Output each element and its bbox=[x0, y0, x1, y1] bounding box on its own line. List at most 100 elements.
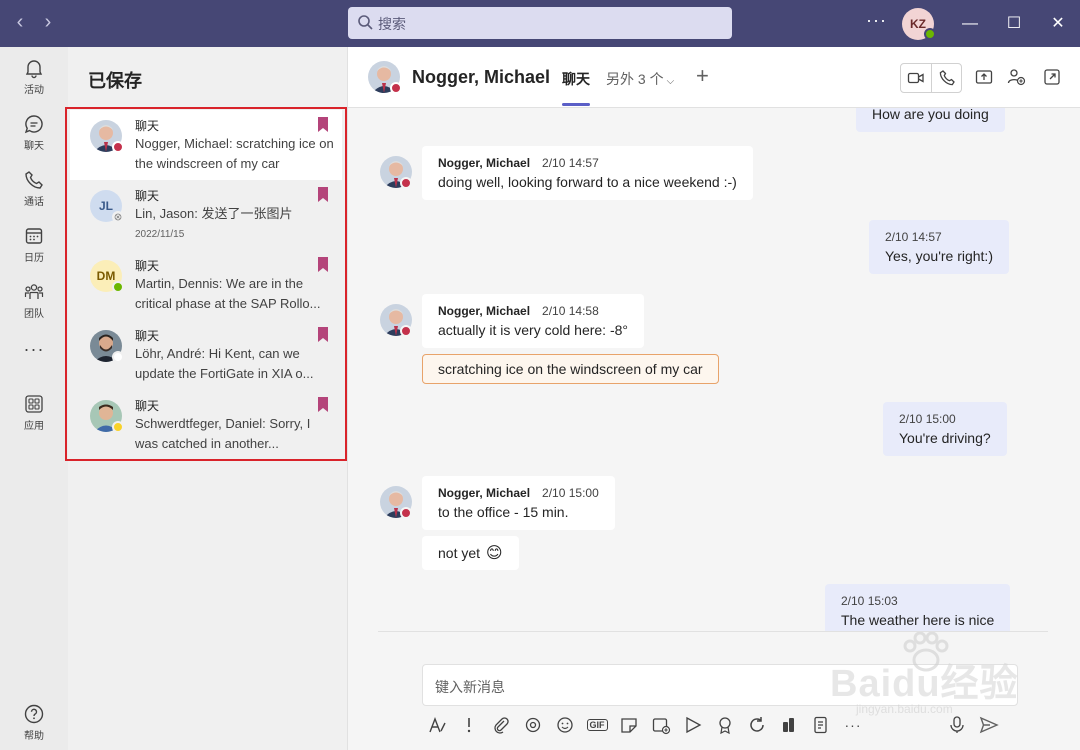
important-icon[interactable] bbox=[458, 714, 480, 736]
saved-item[interactable]: DM 聊天 Martin, Dennis: We are in the crit… bbox=[70, 250, 342, 320]
rail-label: 帮助 bbox=[24, 731, 44, 742]
chat-icon bbox=[24, 115, 43, 134]
message-time: 2/10 14:58 bbox=[542, 304, 599, 318]
more-options-icon[interactable]: ··· bbox=[866, 10, 887, 31]
message-time: 2/10 15:00 bbox=[542, 486, 599, 500]
search-icon bbox=[358, 15, 373, 30]
message-sender: Nogger, Michael bbox=[438, 486, 531, 500]
status-available-icon bbox=[112, 281, 124, 293]
bookmark-icon[interactable] bbox=[317, 397, 329, 412]
message-out[interactable]: 2/10 15:00 You're driving? bbox=[883, 402, 1007, 456]
saved-message-highlight[interactable]: scratching ice on the windscreen of my c… bbox=[422, 354, 719, 384]
back-arrow-icon[interactable]: ‹ bbox=[8, 10, 32, 34]
minimize-button[interactable]: — bbox=[958, 12, 982, 36]
message-in[interactable]: Nogger, Michael 2/10 14:58 actually it is… bbox=[422, 294, 645, 348]
rail-item-calendar[interactable]: 日历 bbox=[0, 225, 68, 275]
message-time: 2/10 15:00 bbox=[899, 412, 956, 426]
rail-more-icon[interactable]: ··· bbox=[0, 339, 68, 363]
calendar-icon bbox=[25, 228, 43, 244]
voice-message-icon[interactable] bbox=[946, 714, 968, 736]
close-button[interactable]: ✕ bbox=[1046, 12, 1070, 36]
app-rail: 活动 聊天 通话 日历 团队 ··· 应用 帮助 bbox=[0, 47, 68, 750]
chat-header: Nogger, Michael 聊天 另外 3 个 ⌵ + bbox=[348, 47, 1080, 108]
status-busy-icon bbox=[390, 82, 402, 94]
saved-item-text: Martin, Dennis: We are in the critical p… bbox=[135, 276, 321, 311]
stream-icon[interactable] bbox=[682, 714, 704, 736]
maximize-button[interactable]: ☐ bbox=[1002, 12, 1026, 36]
call-buttons bbox=[900, 63, 962, 93]
message-out[interactable]: How are you doing bbox=[856, 108, 1005, 132]
compose-input[interactable]: 键入新消息 bbox=[422, 664, 1018, 706]
message-in[interactable]: Nogger, Michael 2/10 14:57 doing well, lo… bbox=[422, 146, 753, 200]
rail-item-help[interactable]: 帮助 bbox=[0, 703, 68, 750]
loop-icon[interactable] bbox=[522, 714, 544, 736]
compose-toolbar: GIF ··· bbox=[422, 712, 1022, 738]
saved-item[interactable]: 聊天 Schwerdtfeger, Daniel: Sorry, I was c… bbox=[70, 390, 342, 460]
rail-item-activity[interactable]: 活动 bbox=[0, 57, 68, 107]
gif-icon[interactable]: GIF bbox=[586, 714, 608, 736]
help-icon bbox=[24, 704, 44, 724]
compose-placeholder: 键入新消息 bbox=[435, 679, 505, 695]
attach-icon[interactable] bbox=[490, 714, 512, 736]
tab-active-indicator bbox=[562, 103, 590, 106]
add-tab-icon[interactable]: + bbox=[696, 63, 709, 89]
praise-icon[interactable] bbox=[714, 714, 736, 736]
compose-separator bbox=[378, 631, 1048, 632]
my-status-icon bbox=[924, 28, 936, 40]
search-box[interactable]: 搜索 bbox=[348, 7, 732, 39]
chat-title: Nogger, Michael bbox=[412, 67, 551, 87]
saved-item[interactable]: 聊天 Löhr, André: Hi Kent, can we update t… bbox=[70, 320, 342, 390]
tab-more[interactable]: 另外 3 个 ⌵ bbox=[606, 69, 674, 89]
saved-item-date: 2022/11/15 bbox=[135, 229, 185, 240]
bell-icon bbox=[25, 60, 43, 79]
message-in[interactable]: not yet 😊 bbox=[422, 536, 519, 570]
message-text: Yes, you're right:) bbox=[885, 248, 993, 264]
pop-out-icon[interactable] bbox=[1042, 67, 1062, 87]
video-call-icon[interactable] bbox=[907, 69, 925, 87]
forward-arrow-icon[interactable]: › bbox=[36, 10, 60, 34]
bookmark-icon[interactable] bbox=[317, 257, 329, 272]
chevron-down-icon: ⌵ bbox=[666, 76, 675, 87]
send-icon[interactable] bbox=[978, 714, 1000, 736]
emoji-icon[interactable] bbox=[554, 714, 576, 736]
saved-item[interactable]: 聊天 Nogger, Michael: scratching ice on th… bbox=[70, 110, 342, 180]
rail-item-teams[interactable]: 团队 bbox=[0, 281, 68, 331]
rail-label: 通话 bbox=[24, 197, 44, 208]
bookmark-icon[interactable] bbox=[317, 187, 329, 202]
teams-icon bbox=[24, 284, 44, 299]
status-away-icon bbox=[112, 421, 124, 433]
saved-title: 已保存 bbox=[88, 71, 142, 91]
message-in[interactable]: Nogger, Michael 2/10 15:00 to the office … bbox=[422, 476, 615, 530]
refresh-icon[interactable] bbox=[746, 714, 768, 736]
saved-item-type: 聊天 bbox=[135, 399, 160, 413]
format-icon[interactable] bbox=[426, 714, 448, 736]
message-sender: Nogger, Michael bbox=[438, 304, 531, 318]
saved-item-type: 聊天 bbox=[135, 189, 160, 203]
bookmark-icon[interactable] bbox=[317, 327, 329, 342]
rail-item-apps[interactable]: 应用 bbox=[0, 393, 68, 443]
status-busy-icon bbox=[400, 325, 412, 337]
saved-item-type: 聊天 bbox=[135, 329, 160, 343]
bookmark-icon[interactable] bbox=[317, 117, 329, 132]
rail-item-chat[interactable]: 聊天 bbox=[0, 113, 68, 163]
rail-label: 团队 bbox=[24, 309, 44, 320]
more-options-icon[interactable]: ··· bbox=[842, 714, 864, 736]
tab-chat[interactable]: 聊天 bbox=[562, 69, 590, 89]
schedule-meeting-icon[interactable] bbox=[650, 714, 672, 736]
message-out[interactable]: 2/10 15:03 The weather here is nice bbox=[825, 584, 1011, 632]
gif-label: GIF bbox=[586, 719, 608, 731]
message-text: The weather here is nice bbox=[841, 612, 995, 628]
saved-pane: 已保存 聊天 Nogger, Michael: scratching ice o… bbox=[65, 47, 348, 750]
app-icon[interactable] bbox=[778, 714, 800, 736]
sticker-icon[interactable] bbox=[618, 714, 640, 736]
saved-item[interactable]: JL 聊天 Lin, Jason: 发送了一张图片 2022/11/15 bbox=[70, 180, 342, 250]
notes-icon[interactable] bbox=[810, 714, 832, 736]
rail-label: 应用 bbox=[24, 421, 44, 432]
message-out[interactable]: 2/10 14:57 Yes, you're right:) bbox=[869, 220, 1009, 274]
rail-item-calls[interactable]: 通话 bbox=[0, 169, 68, 219]
saved-item-text: Lin, Jason: 发送了一张图片 bbox=[135, 206, 293, 221]
add-people-icon[interactable] bbox=[1006, 67, 1026, 87]
audio-call-icon[interactable] bbox=[938, 69, 956, 87]
message-text: You're driving? bbox=[899, 430, 991, 446]
share-screen-icon[interactable] bbox=[974, 67, 994, 87]
